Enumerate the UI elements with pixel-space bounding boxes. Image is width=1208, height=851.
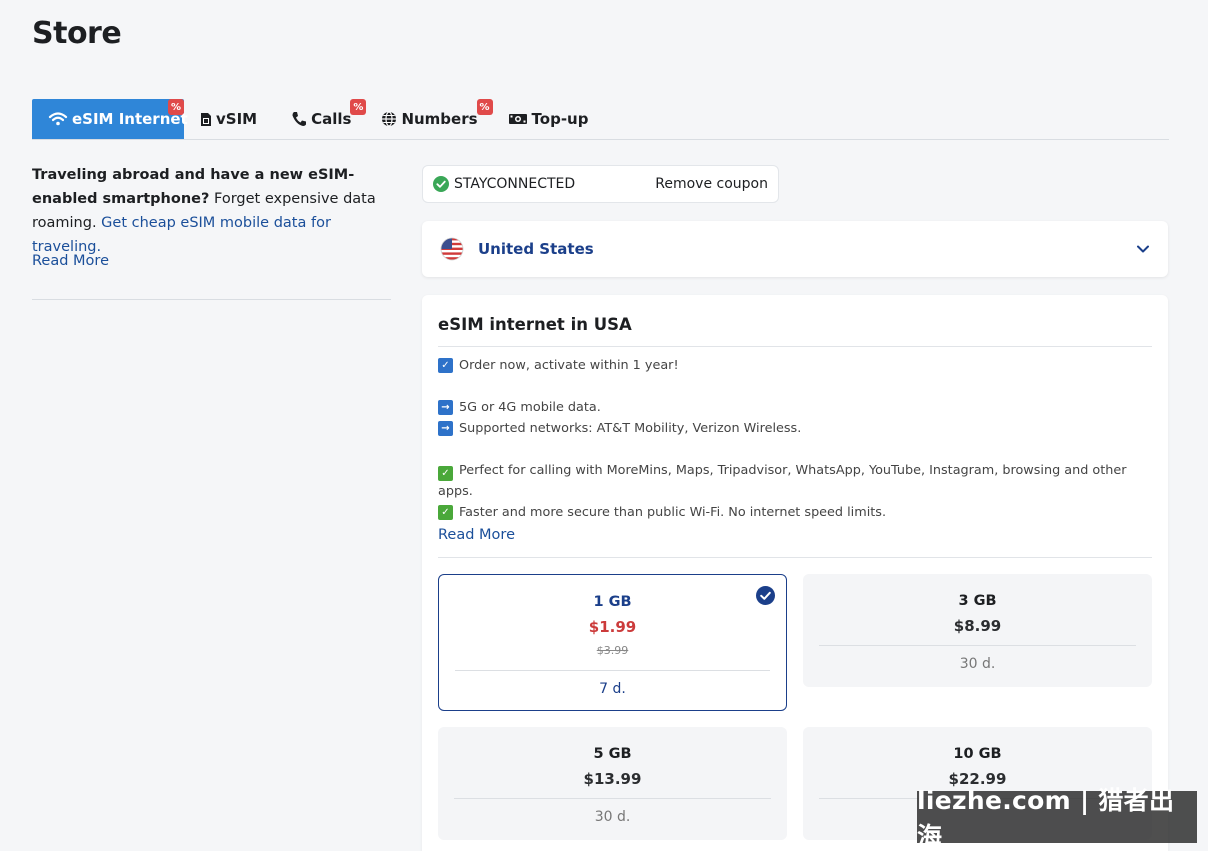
tab-numbers[interactable]: Numbers % <box>365 99 493 139</box>
remove-coupon-button[interactable]: Remove coupon <box>655 176 768 192</box>
country-select[interactable]: United States <box>422 221 1168 277</box>
feature-item: ✓ Order now, activate within 1 year! <box>438 355 1152 376</box>
country-name: United States <box>478 240 594 258</box>
read-more-link[interactable]: Read More <box>438 527 515 543</box>
check-mark-icon: ✓ <box>438 505 453 520</box>
phone-icon <box>291 111 307 127</box>
plan-validity: 30 d. <box>594 809 631 825</box>
tab-calls[interactable]: Calls % <box>271 99 367 139</box>
discount-badge: % <box>350 99 367 115</box>
plan-validity: 30 d. <box>959 656 996 672</box>
check-circle-icon <box>433 176 449 192</box>
feature-item: → Supported networks: AT&T Mobility, Ver… <box>438 418 1152 439</box>
arrow-right-icon: → <box>438 400 453 415</box>
divider <box>454 798 771 799</box>
checkbox-icon: ✓ <box>438 358 453 373</box>
plan-price: $8.99 <box>953 617 1002 635</box>
divider <box>438 557 1152 558</box>
plan-option-3gb[interactable]: 3 GB $8.99 30 d. <box>803 574 1152 687</box>
feature-text: Faster and more secure than public Wi-Fi… <box>459 505 887 520</box>
feature-item: → 5G or 4G mobile data. <box>438 397 1152 418</box>
store-page: Store eSIM Internet % vSIM Calls % Numbe… <box>0 0 1208 851</box>
read-more-link[interactable]: Read More <box>32 253 109 269</box>
tab-esim-internet[interactable]: eSIM Internet % <box>32 99 188 139</box>
chevron-down-icon <box>1137 245 1149 253</box>
divider <box>455 670 770 671</box>
coupon-code: STAYCONNECTED <box>454 176 576 192</box>
sim-icon <box>200 112 212 127</box>
feature-text: Supported networks: AT&T Mobility, Veriz… <box>459 421 802 436</box>
feature-text: 5G or 4G mobile data. <box>459 400 601 415</box>
money-icon <box>508 112 528 126</box>
feature-text: Perfect for calling with MoreMins, Maps,… <box>438 463 1127 499</box>
intro-text: Traveling abroad and have a new eSIM-ena… <box>32 163 392 259</box>
feature-list: ✓ Order now, activate within 1 year! → 5… <box>438 355 1152 523</box>
plan-option-1gb[interactable]: 1 GB $1.99 $3.99 7 d. <box>438 574 787 711</box>
plan-option-5gb[interactable]: 5 GB $13.99 30 d. <box>438 727 787 840</box>
coupon-pill: STAYCONNECTED Remove coupon <box>422 165 779 203</box>
arrow-right-icon: → <box>438 421 453 436</box>
plan-data: 10 GB <box>953 746 1002 762</box>
tab-label: Numbers <box>401 110 478 128</box>
plan-data: 1 GB <box>593 594 632 610</box>
divider <box>32 299 391 300</box>
product-card: eSIM internet in USA ✓ Order now, activa… <box>422 295 1168 851</box>
feature-text: Order now, activate within 1 year! <box>459 358 679 373</box>
plan-data: 5 GB <box>593 746 632 762</box>
tab-vsim[interactable]: vSIM <box>184 99 271 139</box>
discount-badge: % <box>476 99 493 115</box>
plan-validity: 7 d. <box>599 681 626 697</box>
divider <box>819 645 1136 646</box>
feature-item: ✓ Faster and more secure than public Wi-… <box>438 502 1152 523</box>
tab-top-up[interactable]: Top-up <box>492 99 603 139</box>
tab-label: Top-up <box>531 110 589 128</box>
watermark: liezhe.com | 猎者出海 <box>917 786 1197 851</box>
wifi-icon <box>48 111 68 127</box>
globe-icon <box>381 111 397 127</box>
tab-label: Calls <box>311 110 352 128</box>
plan-price: $1.99 <box>588 618 637 636</box>
product-tabs: eSIM Internet % vSIM Calls % Numbers % T… <box>32 99 1169 140</box>
product-title: eSIM internet in USA <box>438 315 632 334</box>
plan-data: 3 GB <box>958 593 997 609</box>
page-title: Store <box>32 16 122 51</box>
divider <box>438 346 1152 347</box>
plan-old-price: $3.99 <box>596 644 629 657</box>
plan-price: $13.99 <box>583 770 642 788</box>
tab-label: vSIM <box>216 110 258 128</box>
us-flag-icon <box>440 237 464 261</box>
discount-badge: % <box>168 99 184 115</box>
check-mark-icon: ✓ <box>438 466 453 481</box>
feature-item: ✓ Perfect for calling with MoreMins, Maps… <box>438 460 1152 502</box>
